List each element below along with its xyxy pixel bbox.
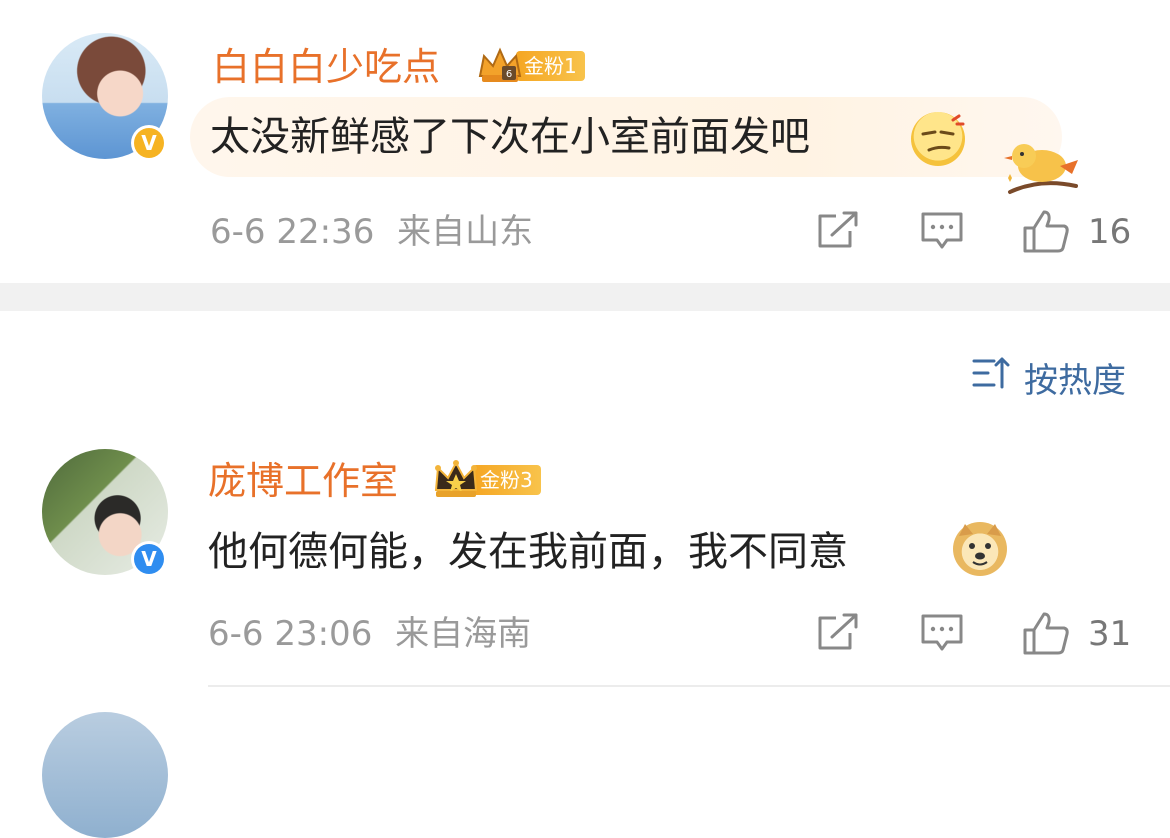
divider	[208, 685, 1170, 687]
like-count: 31	[1088, 614, 1132, 654]
doge-emoji-icon	[953, 522, 1007, 576]
comment-date: 6-6 23:06	[208, 614, 373, 654]
crown-icon	[432, 460, 480, 500]
fan-badge-label: 金粉3	[472, 465, 541, 495]
sort-toggle[interactable]: 按热度	[972, 355, 1126, 401]
verified-badge-icon: V	[131, 541, 167, 577]
comment-date: 6-6 22:36	[210, 212, 375, 252]
comment-location: 来自山东	[397, 212, 534, 252]
verified-badge-icon: V	[131, 125, 167, 161]
fan-badge-label: 金粉1	[516, 51, 585, 81]
smirk-emoji-icon	[911, 112, 965, 166]
username[interactable]: 白白白少吃点	[212, 44, 440, 90]
comment-text: 他何德何能，发在我前面，我不同意	[208, 529, 848, 575]
comment-icon[interactable]	[920, 211, 964, 255]
like-icon[interactable]	[1022, 610, 1070, 660]
repost-icon[interactable]	[816, 211, 860, 255]
username[interactable]: 庞博工作室	[208, 458, 398, 504]
fan-badge: 6 金粉1	[476, 46, 585, 86]
repost-icon[interactable]	[816, 613, 860, 657]
section-divider	[0, 283, 1170, 311]
bird-decoration-icon	[1000, 138, 1084, 202]
comment-location: 来自海南	[395, 614, 532, 654]
like-count: 16	[1088, 212, 1132, 252]
comment-icon[interactable]	[920, 613, 964, 657]
svg-text:6: 6	[506, 69, 512, 80]
sort-label: 按热度	[1024, 360, 1126, 401]
like-icon[interactable]	[1022, 208, 1070, 258]
comment-meta: 6-6 23:06 来自海南	[208, 614, 531, 654]
comment-meta: 6-6 22:36 来自山东	[210, 212, 533, 252]
sort-icon	[972, 355, 1012, 400]
comment-text: 太没新鲜感了下次在小室前面发吧	[210, 114, 810, 160]
avatar[interactable]	[42, 712, 168, 838]
fan-badge: 金粉3	[432, 460, 541, 500]
crown-icon: 6	[476, 46, 524, 86]
